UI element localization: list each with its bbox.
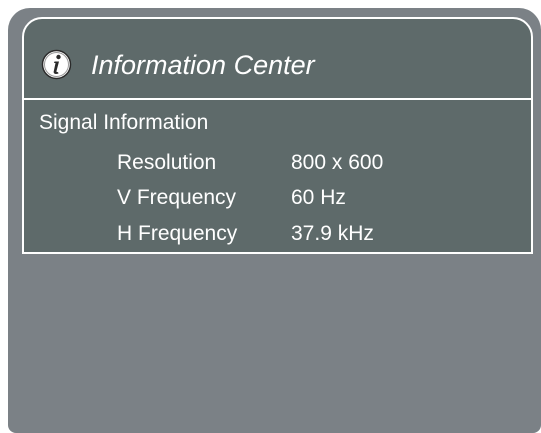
title-bar: Information Center: [24, 19, 531, 100]
row-value: 60 Hz: [291, 186, 346, 209]
row-label: V Frequency: [117, 186, 237, 209]
page-title: Information Center: [91, 50, 315, 80]
section-label-signal-information: Signal Information: [39, 111, 209, 134]
row-value: 800 x 600: [291, 151, 384, 174]
info-icon: [41, 49, 72, 80]
info-content-area: Information Center Signal Information Re…: [22, 17, 533, 254]
row-value: 37.9 kHz: [291, 222, 374, 245]
osd-panel: Information Center Signal Information Re…: [8, 8, 541, 433]
row-label: H Frequency: [117, 222, 238, 245]
row-label: Resolution: [117, 151, 217, 174]
